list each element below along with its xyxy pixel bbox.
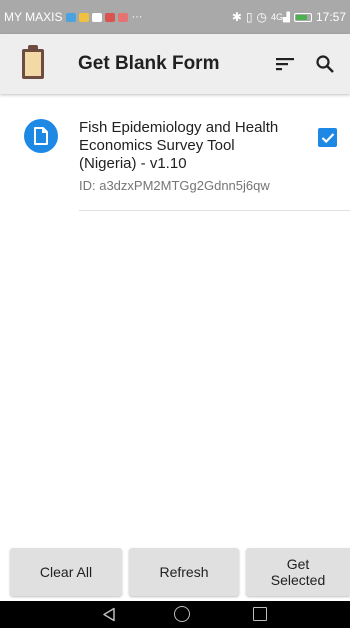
document-icon xyxy=(34,127,48,145)
message-icon xyxy=(66,12,77,22)
refresh-button[interactable]: Refresh xyxy=(129,548,239,596)
app-notification-icon xyxy=(79,12,90,22)
gallery-icon xyxy=(92,12,103,22)
app-toolbar: Get Blank Form xyxy=(0,34,350,94)
bottom-action-bar: Clear All Refresh Get Selected xyxy=(0,545,350,601)
get-selected-button[interactable]: Get Selected xyxy=(246,548,350,596)
signal-icon: 4G▟ xyxy=(271,11,290,22)
sort-button[interactable] xyxy=(270,49,300,79)
page-title: Get Blank Form xyxy=(78,53,220,74)
search-icon xyxy=(316,55,334,73)
bluetooth-icon: ✱ xyxy=(231,10,242,24)
vibrate-icon: ▯ xyxy=(245,10,253,24)
navigation-bar xyxy=(0,601,350,628)
clipboard-icon xyxy=(22,45,44,79)
form-icon xyxy=(24,119,58,153)
more-notifications-icon: ··· xyxy=(131,11,143,23)
get-selected-label: Get Selected xyxy=(270,556,326,588)
notification-icons: ··· xyxy=(66,11,142,23)
carrier-label: MY MAXIS xyxy=(4,10,63,24)
sort-icon xyxy=(276,58,294,71)
home-notification-icon xyxy=(118,12,129,22)
game-icon xyxy=(105,12,116,22)
form-list-item[interactable]: Fish Epidemiology and Health Economics S… xyxy=(0,108,350,212)
status-bar: MY MAXIS ··· ✱ ▯ ◷ 4G▟ 17:57 xyxy=(0,0,350,34)
form-id: ID: a3dzxPM2MTGg2Gdnn5j6qw xyxy=(79,178,270,193)
home-icon[interactable] xyxy=(174,606,190,622)
form-checkbox[interactable] xyxy=(318,128,337,147)
clock: 17:57 xyxy=(315,10,346,24)
battery-icon xyxy=(293,12,312,22)
alarm-icon: ◷ xyxy=(256,10,268,24)
search-button[interactable] xyxy=(310,49,340,79)
clear-all-button[interactable]: Clear All xyxy=(10,548,122,596)
recent-apps-icon[interactable] xyxy=(253,607,267,621)
back-icon[interactable] xyxy=(102,607,116,622)
checkmark-icon xyxy=(321,132,334,143)
form-title: Fish Epidemiology and Health Economics S… xyxy=(79,119,279,172)
list-divider xyxy=(79,210,350,211)
